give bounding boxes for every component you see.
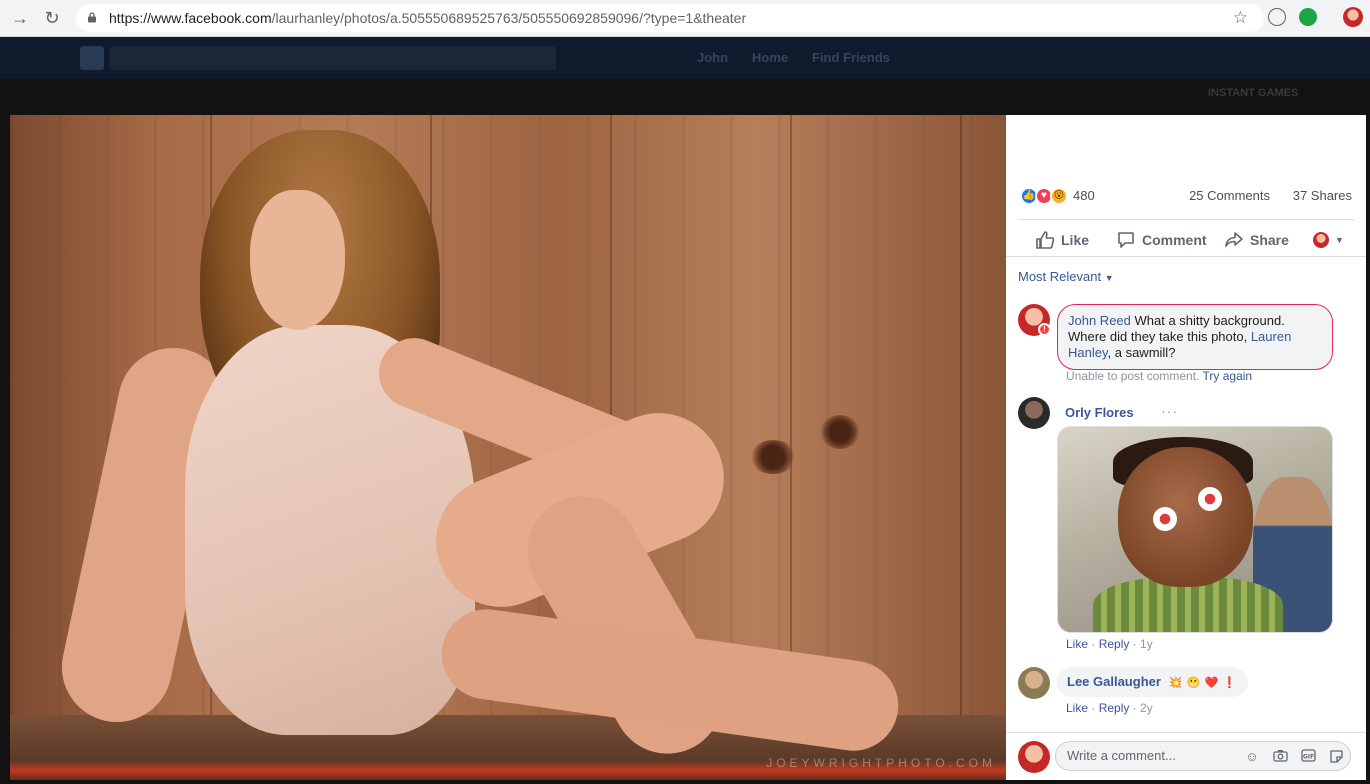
extension-green-icon[interactable] (1299, 8, 1317, 26)
address-bar[interactable]: https://www.facebook.com/laurhanley/phot… (76, 4, 1264, 32)
comment-button[interactable]: Comment (1116, 230, 1207, 250)
comment-like-link[interactable]: Like (1066, 701, 1088, 715)
comment-meta: Like · Reply · 2y (1066, 701, 1153, 715)
comment-label: Comment (1142, 232, 1207, 248)
caret-down-icon: ▼ (1104, 273, 1114, 283)
emoji-row: 💥 😬 ❤️ ❗ (1168, 675, 1238, 691)
forward-icon[interactable]: → (10, 8, 30, 28)
photo[interactable]: JOEYWRIGHTPHOTO.COM (10, 115, 1006, 780)
comment-author[interactable]: Lee Gallaugher (1067, 674, 1161, 689)
caret-down-icon: ▼ (1335, 235, 1344, 245)
comment-item: ! John Reed What a shitty background. Wh… (1018, 304, 1354, 384)
url-host: https://www.facebook.com (109, 10, 272, 26)
comment-status: Unable to post comment. Try again (1066, 369, 1252, 383)
thumbs-up-icon (1036, 231, 1055, 249)
collision-emoji: 💥 (1168, 676, 1183, 689)
comment-age[interactable]: 2y (1140, 701, 1153, 715)
bookmark-star-icon[interactable]: ☆ (1233, 8, 1248, 28)
exclamation-emoji: ❗ (1222, 676, 1237, 689)
lock-icon (88, 12, 96, 23)
comment-item: Orly Flores ··· Like · Reply · 1y (1018, 397, 1354, 657)
profile-avatar[interactable] (1343, 7, 1363, 27)
heart-emoji: ❤️ (1204, 676, 1219, 689)
commenter-avatar[interactable] (1018, 667, 1050, 699)
wow-reaction-icon: 😮 (1050, 187, 1068, 205)
like-button[interactable]: Like (1035, 230, 1089, 250)
grimace-emoji: 😬 (1186, 676, 1201, 689)
facebook-header: John Home Find Friends (0, 37, 1370, 79)
browser-toolbar: → ↻ https://www.facebook.com/laurhanley/… (0, 0, 1370, 37)
error-icon: ! (1038, 323, 1051, 336)
nav-user: John (697, 50, 729, 65)
profile-avatar-small (1313, 232, 1329, 248)
like-label: Like (1061, 232, 1090, 248)
reload-icon[interactable]: ↻ (42, 8, 62, 28)
comment-bubble-failed: John Reed What a shitty background. Wher… (1057, 304, 1333, 370)
facebook-search (110, 46, 556, 70)
shares-count-link[interactable]: 37 Shares (1293, 188, 1352, 203)
post-error-text: Unable to post comment. (1066, 369, 1200, 383)
share-label: Share (1250, 232, 1289, 248)
url-text[interactable]: https://www.facebook.com/laurhanley/phot… (109, 10, 746, 26)
comments-count-link[interactable]: 25 Comments (1189, 188, 1270, 203)
divider (1006, 256, 1366, 257)
nav-home: Home (752, 50, 789, 65)
extension-icon[interactable] (1268, 8, 1286, 26)
gif-icon[interactable]: GIF (1300, 749, 1316, 765)
sticker-icon[interactable] (1328, 749, 1344, 765)
comment-age[interactable]: 1y (1140, 637, 1153, 651)
facebook-logo-icon (80, 46, 104, 70)
camera-icon[interactable] (1272, 749, 1288, 765)
instant-games-label: INSTANT GAMES (1208, 87, 1299, 99)
comment-author[interactable]: Orly Flores (1065, 405, 1134, 420)
comment-author[interactable]: John Reed (1068, 313, 1131, 328)
share-button[interactable]: Share (1224, 230, 1289, 250)
sort-label: Most Relevant (1018, 269, 1102, 284)
comment-bubble: Lee Gallaugher 💥 😬 ❤️ ❗ (1057, 667, 1248, 697)
svg-text:GIF: GIF (1302, 754, 1313, 761)
composer-avatar (1018, 741, 1050, 773)
photo-sidebar: 👍 ♥ 😮 480 25 Comments 37 Shares Like Com… (1006, 115, 1366, 780)
comment-reply-link[interactable]: Reply (1099, 701, 1130, 715)
more-options-icon[interactable]: ··· (1161, 403, 1178, 419)
emoji-icon[interactable]: ☺ (1244, 749, 1260, 765)
comment-reply-link[interactable]: Reply (1099, 637, 1130, 651)
post-stats: 👍 ♥ 😮 480 25 Comments 37 Shares (1020, 187, 1352, 207)
speech-bubble-icon (1118, 232, 1134, 248)
comment-meta: Like · Reply · 1y (1066, 637, 1153, 651)
comment-input-wrapper[interactable]: ☺ GIF (1055, 741, 1351, 771)
nav-find-friends: Find Friends (812, 50, 890, 65)
comment-item: Lee Gallaugher 💥 😬 ❤️ ❗ Like · Reply · 2… (1018, 667, 1354, 717)
commenter-avatar[interactable] (1018, 397, 1050, 429)
share-arrow-icon (1225, 232, 1243, 247)
comment-like-link[interactable]: Like (1066, 637, 1088, 651)
post-as-selector[interactable]: ▼ (1313, 232, 1344, 248)
model-figure (10, 115, 1006, 780)
comment-gif[interactable] (1057, 426, 1333, 633)
comment-text-end: , a sawmill? (1107, 345, 1176, 360)
comment-input[interactable] (1067, 748, 1227, 763)
url-path: /laurhanley/photos/a.505550689525763/505… (271, 10, 747, 26)
comment-sort-dropdown[interactable]: Most Relevant ▼ (1018, 269, 1114, 284)
reaction-count: 480 (1073, 188, 1095, 203)
try-again-link[interactable]: Try again (1203, 369, 1253, 383)
comment-composer: ☺ GIF (1006, 732, 1366, 780)
author-name: Orly Flores (1065, 405, 1134, 420)
photo-watermark: JOEYWRIGHTPHOTO.COM (766, 756, 996, 770)
post-actions: Like Comment Share ▼ (1018, 219, 1354, 255)
